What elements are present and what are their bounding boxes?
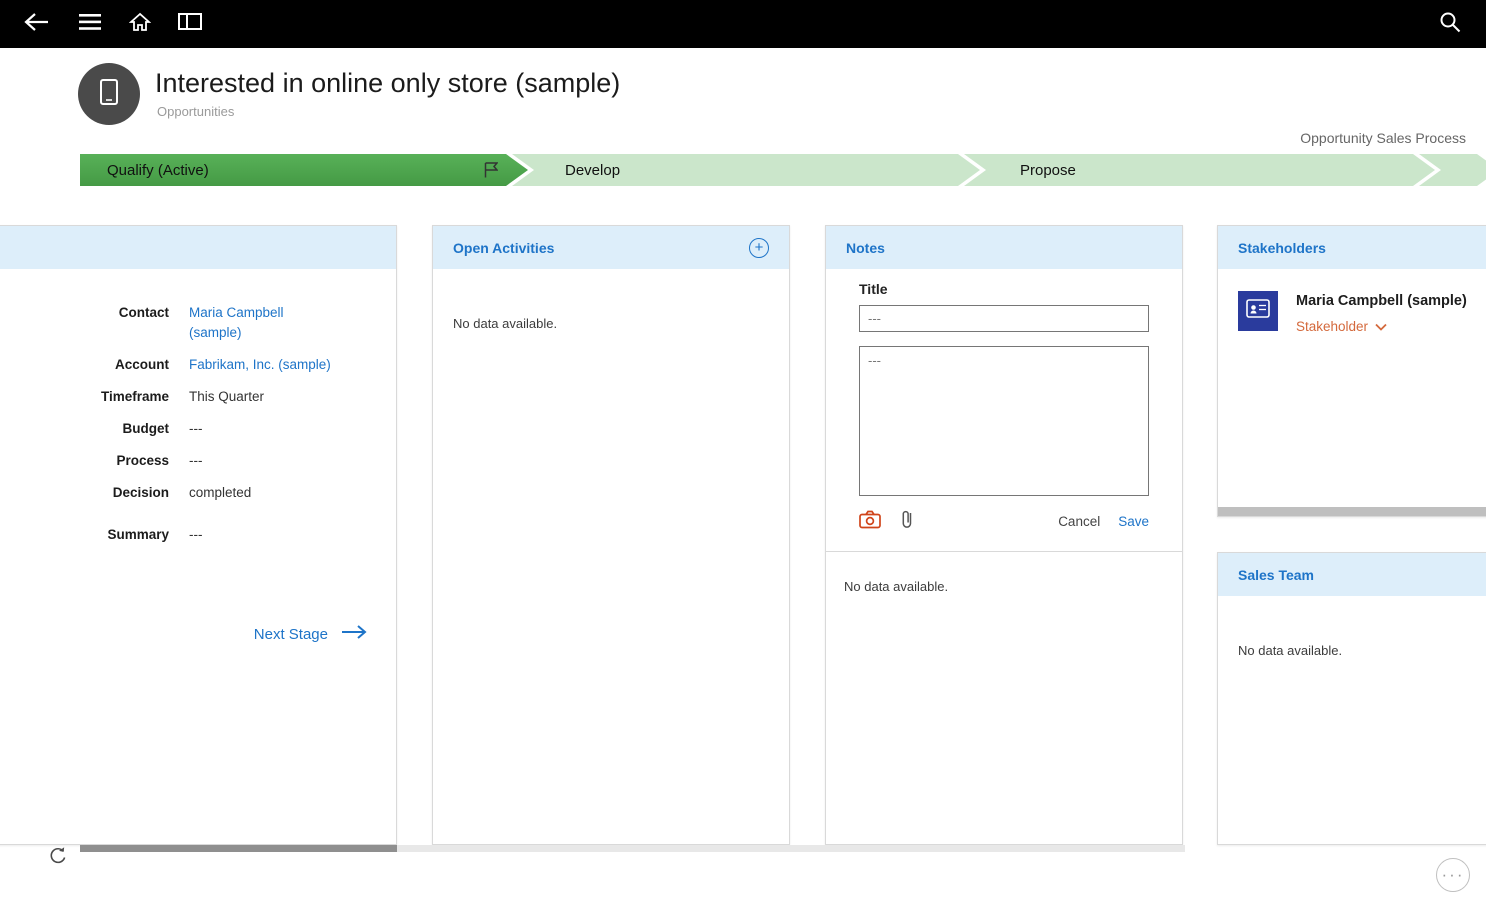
camera-icon[interactable]	[859, 510, 881, 534]
open-activities-card: Open Activities + No data available.	[432, 225, 790, 845]
attachment-icon[interactable]	[901, 508, 913, 535]
stage-qualify[interactable]: Qualify (Active)	[80, 154, 528, 186]
top-navigation-bar	[0, 0, 1486, 48]
page-subtitle: Opportunities	[157, 104, 235, 119]
note-actions-row: Cancel Save	[859, 508, 1149, 535]
note-title-input[interactable]	[859, 305, 1149, 332]
details-card-body: Contact Maria Campbell (sample) Account …	[0, 269, 396, 545]
menu-button[interactable]	[72, 6, 108, 42]
no-data-text: No data available.	[453, 316, 558, 331]
notes-card: Notes Title --- Cancel Save No data avai…	[825, 225, 1183, 845]
stage-label: Develop	[565, 161, 621, 179]
stakeholder-name[interactable]: Maria Campbell (sample)	[1296, 293, 1467, 309]
field-row-process: Process ---	[0, 451, 396, 471]
back-button[interactable]	[18, 6, 54, 42]
opportunity-entity-badge	[78, 63, 140, 125]
chevron-down-icon	[1375, 319, 1387, 334]
stakeholders-card: Stakeholders Maria Campbell (sample) Sta…	[1217, 225, 1486, 517]
field-value[interactable]: completed	[189, 483, 251, 503]
no-data-text: No data available.	[844, 579, 949, 594]
field-value[interactable]: ---	[189, 419, 203, 439]
horizontal-scrollbar-track[interactable]	[80, 845, 1185, 852]
tablet-icon	[98, 78, 120, 111]
stakeholders-title: Stakeholders	[1238, 239, 1326, 256]
stakeholders-scrollbar[interactable]	[1218, 507, 1486, 516]
sales-team-title: Sales Team	[1238, 566, 1315, 583]
account-link[interactable]: Fabrikam, Inc. (sample)	[189, 355, 331, 375]
stage-propose[interactable]: Propose	[964, 154, 1435, 186]
open-activities-title: Open Activities	[453, 239, 555, 256]
field-label: Contact	[118, 305, 169, 320]
sales-team-card: Sales Team No data available.	[1217, 552, 1486, 845]
arrow-right-icon	[340, 624, 368, 644]
stakeholder-role-label: Stakeholder	[1296, 319, 1369, 334]
field-row-account: Account Fabrikam, Inc. (sample)	[0, 355, 396, 375]
sales-team-header: Sales Team	[1218, 553, 1486, 596]
business-process-bar: Qualify (Active) Develop Propose	[80, 154, 1486, 186]
more-commands-button[interactable]: ···	[1436, 858, 1470, 892]
next-stage-button[interactable]: Next Stage	[254, 624, 368, 644]
field-row-timeframe: Timeframe This Quarter	[0, 387, 396, 407]
note-title-label: Title	[859, 281, 888, 297]
details-card-header	[0, 226, 396, 269]
open-activities-body: No data available.	[433, 269, 789, 333]
stage-label: Qualify (Active)	[107, 161, 209, 179]
note-cancel-button[interactable]: Cancel	[1058, 514, 1100, 529]
open-activities-header: Open Activities +	[433, 226, 789, 269]
recent-panel-button[interactable]	[172, 6, 208, 42]
next-stage-label: Next Stage	[253, 625, 328, 643]
page-title: Interested in online only store (sample)	[155, 68, 621, 98]
sales-team-body: No data available.	[1218, 596, 1486, 660]
notes-list: No data available.	[826, 552, 1182, 596]
contact-card-icon	[1246, 299, 1270, 323]
panel-layout-icon	[178, 13, 202, 35]
field-label: Budget	[122, 421, 170, 436]
field-label: Timeframe	[100, 389, 169, 404]
search-button[interactable]	[1432, 6, 1468, 42]
note-body-textarea[interactable]: ---	[859, 346, 1149, 496]
notes-header: Notes	[826, 226, 1182, 269]
stakeholder-info: Maria Campbell (sample) Stakeholder	[1296, 291, 1467, 334]
field-label: Decision	[112, 485, 169, 500]
stakeholders-body: Maria Campbell (sample) Stakeholder	[1218, 269, 1486, 334]
field-label: Account	[115, 357, 169, 372]
field-label: Process	[116, 453, 169, 468]
add-activity-button[interactable]: +	[749, 237, 769, 258]
stakeholder-row[interactable]: Maria Campbell (sample) Stakeholder	[1238, 291, 1486, 334]
flag-icon	[484, 162, 498, 182]
contact-link[interactable]: Maria Campbell (sample)	[189, 303, 314, 343]
field-label: Summary	[107, 527, 169, 542]
field-value[interactable]: This Quarter	[189, 387, 264, 407]
no-data-text: No data available.	[1238, 643, 1343, 658]
field-row-contact: Contact Maria Campbell (sample)	[0, 303, 396, 343]
stage-develop[interactable]: Develop	[512, 154, 980, 186]
refresh-icon	[48, 847, 68, 870]
opportunity-page: Interested in online only store (sample)…	[0, 0, 1486, 900]
field-row-summary: Summary ---	[0, 525, 396, 545]
note-save-button[interactable]: Save	[1118, 514, 1149, 529]
note-compose-form: Title --- Cancel Save	[826, 269, 1182, 535]
avatar	[1238, 291, 1278, 331]
stage-label: Propose	[1020, 161, 1076, 179]
stakeholders-header: Stakeholders	[1218, 226, 1486, 269]
back-arrow-icon	[23, 12, 49, 37]
qualify-details-card: Contact Maria Campbell (sample) Account …	[0, 225, 397, 845]
search-icon	[1439, 11, 1461, 38]
horizontal-scrollbar-thumb[interactable]	[80, 845, 397, 852]
hamburger-icon	[79, 13, 101, 35]
field-row-decision: Decision completed	[0, 483, 396, 503]
field-value[interactable]: ---	[189, 451, 203, 471]
field-value[interactable]: ---	[189, 525, 203, 545]
home-button[interactable]	[122, 6, 158, 42]
sales-process-name: Opportunity Sales Process	[1300, 130, 1466, 146]
home-icon	[128, 12, 152, 37]
notes-title: Notes	[846, 239, 885, 256]
field-row-budget: Budget ---	[0, 419, 396, 439]
stakeholder-role-dropdown[interactable]: Stakeholder	[1296, 319, 1467, 334]
refresh-button[interactable]	[48, 846, 68, 871]
